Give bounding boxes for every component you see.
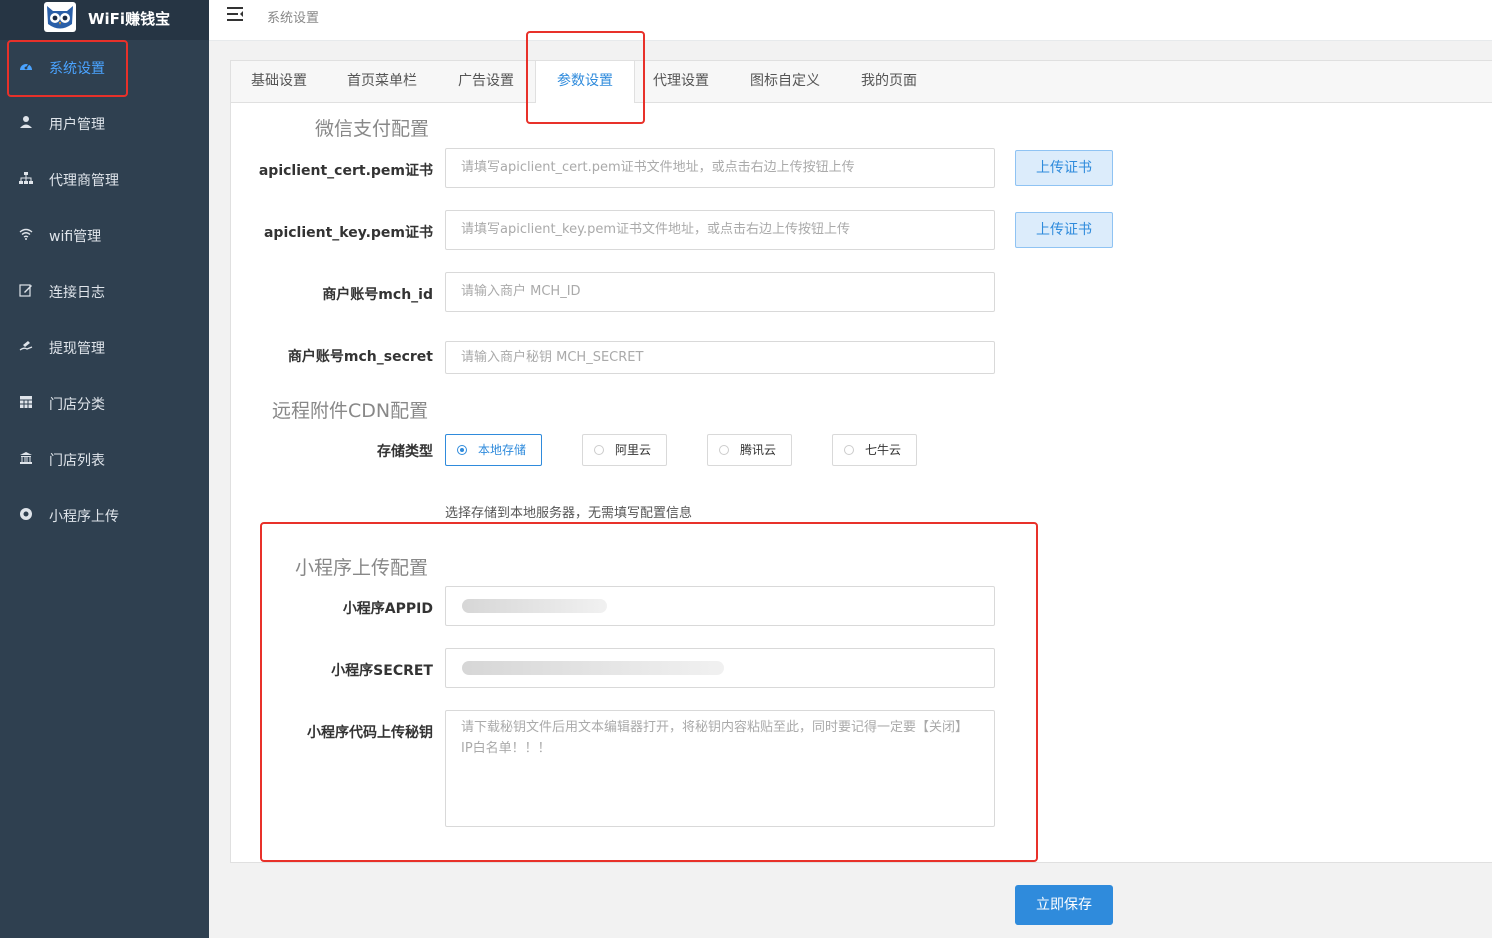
section-title-miniprogram: 小程序上传配置 bbox=[295, 557, 429, 579]
radio-label: 本地存储 bbox=[478, 443, 527, 457]
sidebar-item-wifi-management[interactable]: wifi管理 bbox=[0, 209, 209, 265]
upload-key-button[interactable]: 上传证书 bbox=[1015, 212, 1113, 248]
radio-label: 阿里云 bbox=[615, 443, 652, 457]
sidebar-item-store-list[interactable]: 门店列表 bbox=[0, 433, 209, 489]
sidebar-item-label: 门店分类 bbox=[49, 397, 105, 413]
radio-qiniu-cloud[interactable]: 七牛云 bbox=[832, 434, 917, 466]
tab-icon-custom[interactable]: 图标自定义 bbox=[729, 61, 841, 102]
mch-id-label: 商户账号mch_id bbox=[322, 287, 433, 303]
upload-cert-button[interactable]: 上传证书 bbox=[1015, 150, 1113, 186]
menu-toggle-icon[interactable] bbox=[227, 7, 243, 21]
sidebar-item-label: 用户管理 bbox=[49, 117, 105, 133]
sidebar-item-label: 提现管理 bbox=[49, 341, 105, 357]
secret-input[interactable] bbox=[445, 648, 995, 688]
radio-tencent-cloud[interactable]: 腾讯云 bbox=[707, 434, 792, 466]
storage-hint: 选择存储到本地服务器，无需填写配置信息 bbox=[445, 506, 693, 521]
key-input[interactable]: 请填写apiclient_key.pem证书文件地址，或点击右边上传按钮上传 bbox=[445, 210, 995, 250]
tab-parameter-settings[interactable]: 参数设置 bbox=[535, 61, 635, 103]
sidebar-item-agent-management[interactable]: 代理商管理 bbox=[0, 153, 209, 209]
sidebar-item-label: 连接日志 bbox=[49, 285, 105, 301]
sitemap-icon bbox=[19, 172, 33, 184]
grid-icon bbox=[20, 396, 32, 408]
section-title-cdn: 远程附件CDN配置 bbox=[272, 400, 429, 422]
sidebar-item-label: 代理商管理 bbox=[49, 173, 119, 189]
secret-label: 小程序SECRET bbox=[331, 663, 433, 679]
tab-ad-settings[interactable]: 广告设置 bbox=[437, 61, 535, 102]
tab-basic-settings[interactable]: 基础设置 bbox=[231, 61, 327, 102]
tab-bar: 基础设置 首页菜单栏 广告设置 参数设置 代理设置 图标自定义 我的页面 bbox=[231, 61, 1492, 103]
sidebar-item-label: wifi管理 bbox=[49, 229, 102, 245]
radio-aliyun[interactable]: 阿里云 bbox=[582, 434, 667, 466]
radio-label: 腾讯云 bbox=[740, 443, 777, 457]
tab-agent-settings[interactable]: 代理设置 bbox=[633, 61, 729, 102]
breadcrumb: 系统设置 bbox=[267, 11, 320, 26]
sidebar-item-user-management[interactable]: 用户管理 bbox=[0, 97, 209, 153]
radio-dot-icon bbox=[594, 445, 604, 455]
storage-type-label: 存储类型 bbox=[377, 444, 433, 460]
cert-label: apiclient_cert.pem证书 bbox=[258, 163, 433, 179]
sidebar-item-label: 小程序上传 bbox=[49, 509, 119, 525]
mch-id-input[interactable]: 请输入商户 MCH_ID bbox=[445, 272, 995, 312]
save-button[interactable]: 立即保存 bbox=[1015, 885, 1113, 925]
sidebar-item-withdraw-management[interactable]: 提现管理 bbox=[0, 321, 209, 377]
appid-label: 小程序APPID bbox=[342, 601, 433, 617]
upload-key-textarea[interactable]: 请下载秘钥文件后用文本编辑器打开，将秘钥内容粘贴至此，同时要记得一定要【关闭】I… bbox=[445, 710, 995, 827]
upload-key-label: 小程序代码上传秘钥 bbox=[307, 725, 433, 741]
wifi-icon bbox=[19, 228, 33, 240]
tab-my-page[interactable]: 我的页面 bbox=[841, 61, 937, 102]
sidebar: WiFi赚钱宝 系统设置 用户管理 代理商管理 wifi管理 连接日志 提现管理… bbox=[0, 0, 209, 938]
sidebar-item-connection-log[interactable]: 连接日志 bbox=[0, 265, 209, 321]
cert-input[interactable]: 请填写apiclient_cert.pem证书文件地址，或点击右边上传按钮上传 bbox=[445, 148, 995, 188]
radio-local-storage[interactable]: 本地存储 bbox=[445, 434, 542, 466]
edit-log-icon bbox=[19, 284, 32, 297]
app-title: WiFi赚钱宝 bbox=[88, 10, 171, 28]
mch-secret-label: 商户账号mch_secret bbox=[287, 349, 433, 365]
dashboard-icon bbox=[20, 63, 32, 70]
blurred-value bbox=[462, 599, 607, 613]
section-title-wechat-pay: 微信支付配置 bbox=[315, 118, 430, 140]
topbar: 系统设置 bbox=[209, 0, 1492, 41]
sidebar-item-label: 门店列表 bbox=[49, 453, 105, 469]
sidebar-item-label: 系统设置 bbox=[49, 61, 105, 77]
appid-input[interactable] bbox=[445, 586, 995, 626]
user-icon bbox=[20, 116, 32, 128]
sidebar-item-miniprogram-upload[interactable]: 小程序上传 bbox=[0, 489, 209, 545]
radio-label: 七牛云 bbox=[865, 443, 902, 457]
owl-logo-icon bbox=[44, 2, 76, 32]
radio-dot-icon bbox=[844, 445, 854, 455]
radio-dot-icon bbox=[457, 445, 467, 455]
radio-dot-icon bbox=[719, 445, 729, 455]
mch-secret-input[interactable]: 请输入商户秘钥 MCH_SECRET bbox=[445, 341, 995, 374]
sidebar-item-system-settings[interactable]: 系统设置 bbox=[0, 41, 209, 97]
sidebar-item-store-category[interactable]: 门店分类 bbox=[0, 377, 209, 433]
key-label: apiclient_key.pem证书 bbox=[263, 225, 433, 241]
brand-bar: WiFi赚钱宝 bbox=[0, 0, 209, 40]
tab-home-menu[interactable]: 首页菜单栏 bbox=[327, 61, 437, 102]
withdraw-icon bbox=[19, 341, 33, 351]
blurred-value bbox=[462, 661, 724, 675]
upload-circle-icon bbox=[20, 508, 32, 520]
store-icon bbox=[20, 452, 32, 464]
